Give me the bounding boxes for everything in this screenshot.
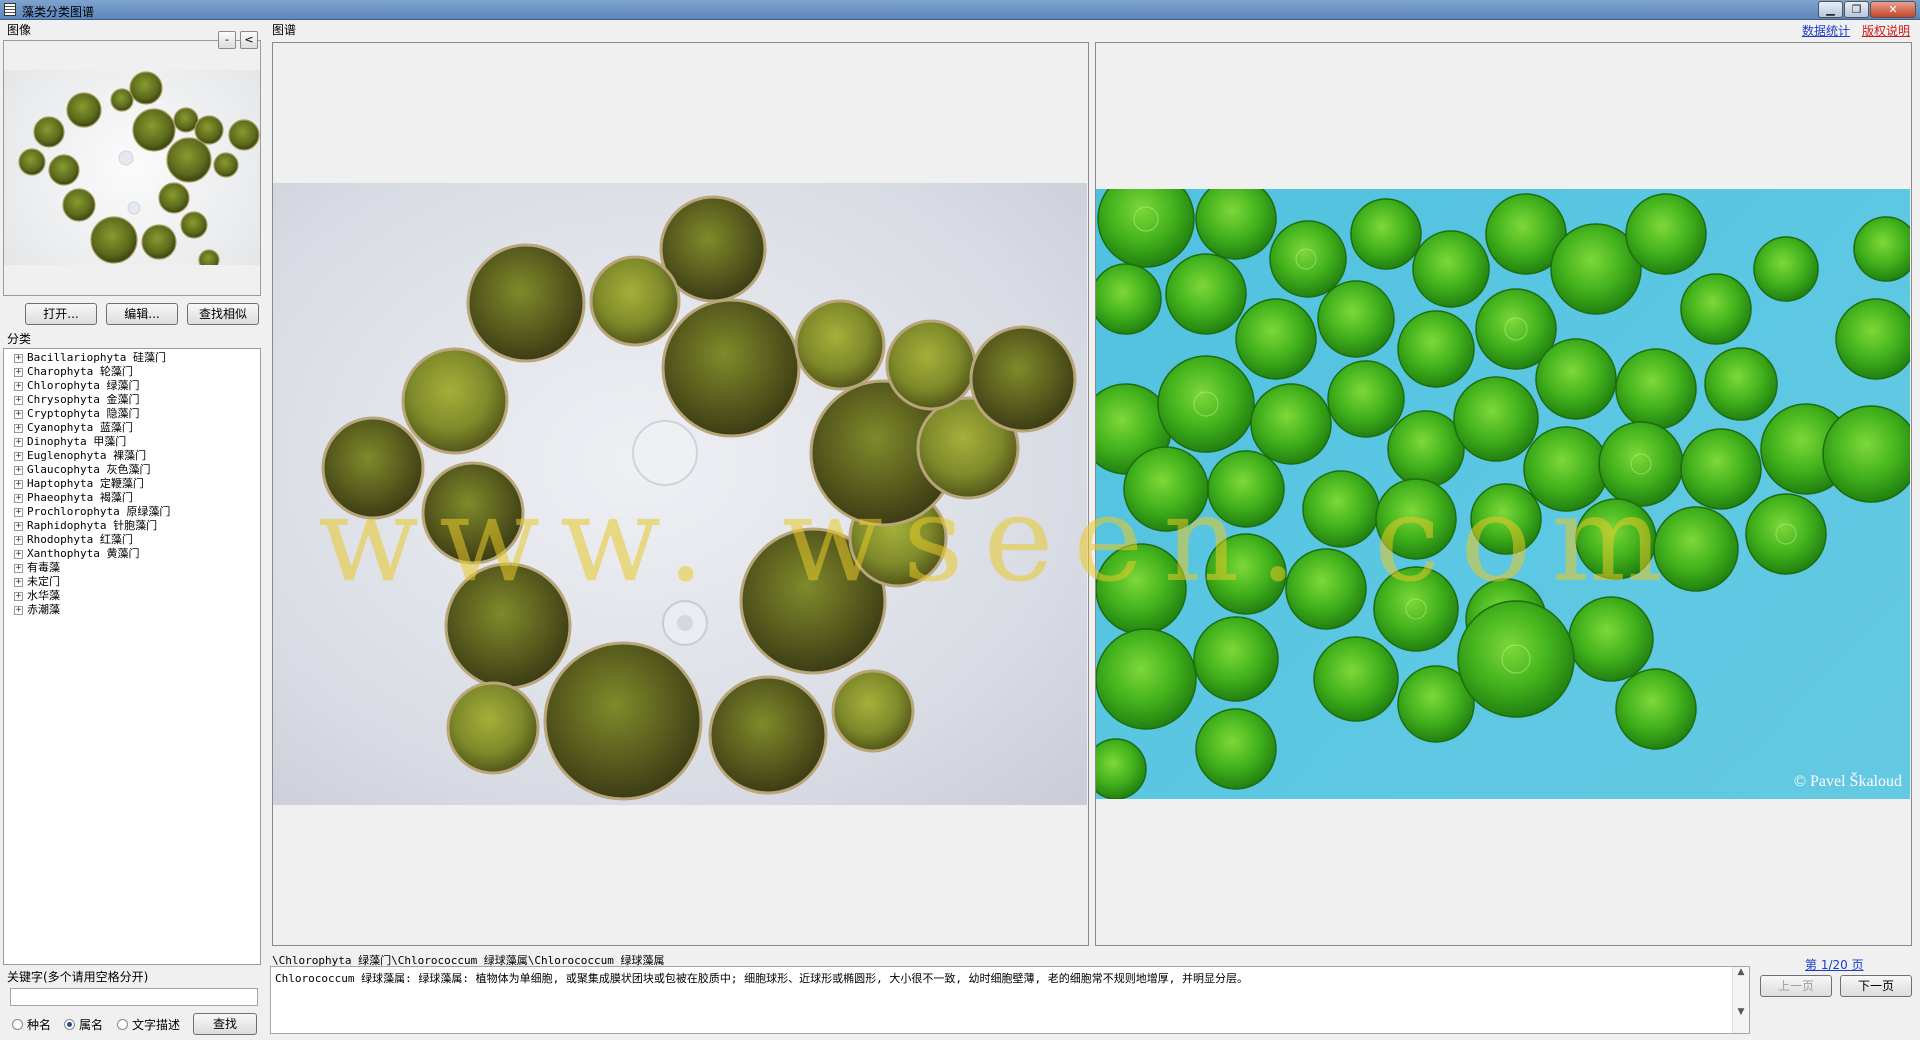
keyword-label: 关键字(多个请用空格分开) <box>7 970 149 984</box>
expand-icon[interactable]: + <box>14 410 23 419</box>
next-page-button[interactable]: 下一页 <box>1840 975 1912 997</box>
description-box[interactable]: Chlorococcum 绿球藻属: 绿球藻属: 植物体为单细胞, 或聚集成膜状… <box>270 966 1750 1034</box>
tree-item[interactable]: + Raphidophyta 针胞藻门 <box>14 519 157 533</box>
prev-page-button[interactable]: 上一页 <box>1760 975 1832 997</box>
minimize-button[interactable]: ▁ <box>1818 1 1843 18</box>
category-tree[interactable]: + Bacillariophyta 硅藻门 + Charophyta 轮藻门 + Ch… <box>3 348 261 965</box>
tree-item[interactable]: + Cryptophyta 隐藻门 <box>14 407 139 421</box>
expand-icon[interactable]: + <box>14 466 23 475</box>
tree-item[interactable]: + Xanthophyta 黄藻门 <box>14 547 139 561</box>
expand-icon[interactable]: + <box>14 382 23 391</box>
close-button[interactable]: ✕ <box>1870 1 1916 18</box>
back-button[interactable]: < <box>240 31 258 49</box>
thumbnail-image[interactable] <box>4 70 260 265</box>
expand-icon[interactable]: + <box>14 522 23 531</box>
tree-item[interactable]: + 水华藻 <box>14 589 60 603</box>
expand-icon[interactable]: + <box>14 592 23 601</box>
radio-species[interactable]: 种名 <box>12 1016 51 1033</box>
edit-button[interactable]: 编辑... <box>106 303 178 325</box>
copyright-link[interactable]: 版权说明 <box>1862 22 1910 39</box>
tree-item[interactable]: + Cyanophyta 蓝藻门 <box>14 421 133 435</box>
expand-icon[interactable]: + <box>14 424 23 433</box>
radio-description[interactable]: 文字描述 <box>117 1016 180 1033</box>
micrograph-left <box>273 183 1087 805</box>
expand-icon[interactable]: + <box>14 494 23 503</box>
description-scrollbar[interactable]: ▲ ▼ <box>1732 967 1749 1033</box>
tree-item[interactable]: + 未定门 <box>14 575 60 589</box>
expand-icon[interactable]: + <box>14 606 23 615</box>
micrograph-left-cells <box>321 195 1077 801</box>
expand-icon[interactable]: + <box>14 452 23 461</box>
expand-icon[interactable]: + <box>14 564 23 573</box>
collapse-button[interactable]: - <box>218 31 236 49</box>
atlas-image-left[interactable] <box>272 42 1089 946</box>
tree-item[interactable]: + Glaucophyta 灰色藻门 <box>14 463 150 477</box>
page-info: 第 1/20 页 <box>1805 958 1864 972</box>
tree-item[interactable]: + 有毒藻 <box>14 561 60 575</box>
category-label: 分类 <box>7 332 32 346</box>
app-icon <box>4 3 16 16</box>
micrograph-right-cells <box>1096 189 1910 799</box>
radio-genus[interactable]: 属名 <box>64 1016 103 1033</box>
keyword-input[interactable] <box>10 988 258 1006</box>
expand-icon[interactable]: + <box>14 438 23 447</box>
tree-item[interactable]: + Chrysophyta 金藻门 <box>14 393 139 407</box>
description-text: Chlorococcum 绿球藻属: 绿球藻属: 植物体为单细胞, 或聚集成膜状… <box>275 972 1249 985</box>
tree-item[interactable]: + Euglenophyta 裸藻门 <box>14 449 146 463</box>
tree-item[interactable]: + Dinophyta 甲藻门 <box>14 435 126 449</box>
micrograph-right: © Pavel Škaloud <box>1096 189 1910 799</box>
tree-item[interactable]: + Rhodophyta 红藻门 <box>14 533 133 547</box>
tree-item[interactable]: + Bacillariophyta 硅藻门 <box>14 351 166 365</box>
tree-item[interactable]: + Phaeophyta 褐藻门 <box>14 491 133 505</box>
expand-icon[interactable]: + <box>14 368 23 377</box>
search-button[interactable]: 查找 <box>193 1013 257 1035</box>
stats-link[interactable]: 数据统计 <box>1802 22 1850 39</box>
expand-icon[interactable]: + <box>14 354 23 363</box>
window-title: 藻类分类图谱 <box>22 5 95 19</box>
tree-item[interactable]: + Haptophyta 定鞭藻门 <box>14 477 144 491</box>
expand-icon[interactable]: + <box>14 480 23 489</box>
expand-icon[interactable]: + <box>14 578 23 587</box>
atlas-label: 图谱 <box>272 23 297 37</box>
tree-item[interactable]: + Prochlorophyta 原绿藻门 <box>14 505 170 519</box>
photo-credit: © Pavel Škaloud <box>1793 773 1902 790</box>
atlas-image-right[interactable]: © Pavel Škaloud <box>1095 42 1912 946</box>
radio-genus-icon[interactable] <box>64 1019 75 1030</box>
expand-icon[interactable]: + <box>14 536 23 545</box>
tree-item[interactable]: + 赤潮藻 <box>14 603 60 617</box>
tree-item[interactable]: + Chlorophyta 绿藻门 <box>14 379 139 393</box>
image-section-label: 图像 <box>7 23 32 37</box>
title-bar: 藻类分类图谱 ▁ ❐ ✕ <box>0 0 1920 20</box>
radio-species-icon[interactable] <box>12 1019 23 1030</box>
radio-description-icon[interactable] <box>117 1019 128 1030</box>
expand-icon[interactable]: + <box>14 508 23 517</box>
thumbnail-cells <box>18 71 260 265</box>
find-similar-button[interactable]: 查找相似 <box>187 303 259 325</box>
expand-icon[interactable]: + <box>14 550 23 559</box>
expand-icon[interactable]: + <box>14 396 23 405</box>
maximize-button[interactable]: ❐ <box>1844 1 1869 18</box>
open-button[interactable]: 打开... <box>25 303 97 325</box>
tree-item[interactable]: + Charophyta 轮藻门 <box>14 365 133 379</box>
